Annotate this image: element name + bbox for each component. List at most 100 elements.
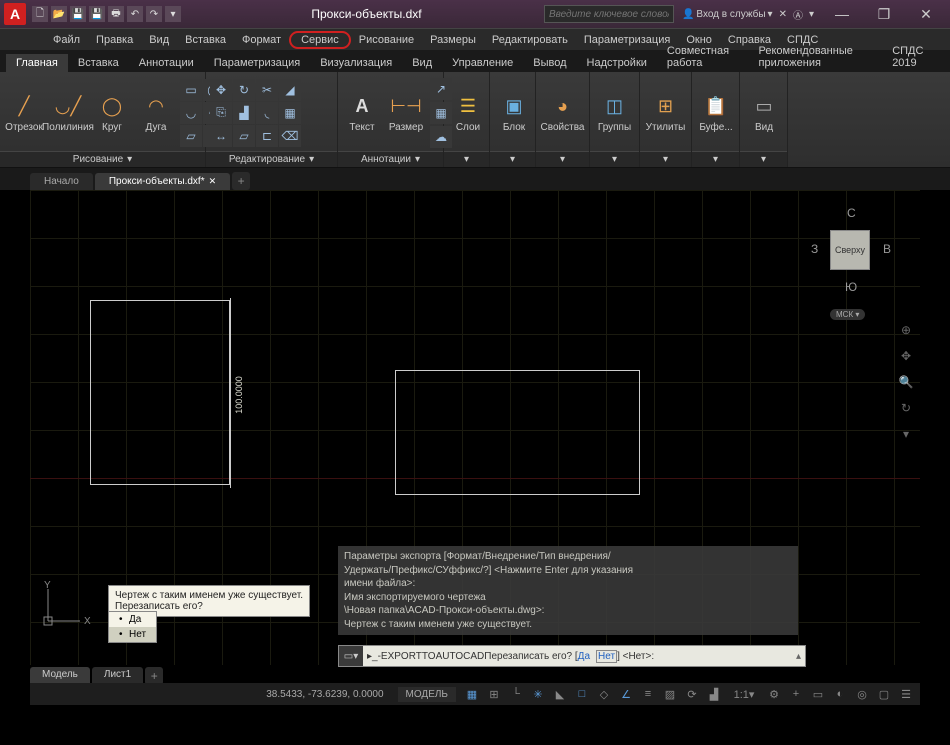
ribtab-3[interactable]: Параметризация [204,54,310,72]
draw-small-0[interactable]: ▭ [180,79,202,101]
cycling-icon[interactable]: ⟳ [682,685,702,703]
cmd-icon[interactable]: ▭▾ [339,646,363,666]
ribtab-1[interactable]: Вставка [68,54,129,72]
dimension-button[interactable]: ⊢⊣Размер [386,90,426,135]
qat-drop-icon[interactable]: ▾ [165,6,181,22]
gear-icon[interactable]: ⚙ [764,685,784,703]
panel-drop-layers[interactable]: ▾ [444,151,489,167]
vc-east[interactable]: В [883,242,891,256]
vc-west[interactable]: З [811,242,818,256]
workspace-icon[interactable]: + [786,685,806,703]
ribtab-4[interactable]: Визуализация [310,54,402,72]
pan-icon[interactable]: ✥ [896,346,916,366]
annoscale-icon[interactable]: ▟ [704,685,724,703]
ribtab-9[interactable]: Совместная работа [657,42,749,72]
new-icon[interactable]: 🗋 [32,6,48,22]
panel-drop-groups[interactable]: ▾ [590,151,639,167]
filetab-0[interactable]: Начало [30,173,93,190]
fillet-icon[interactable]: ◟ [256,102,278,124]
clipboard-button[interactable]: 📋Буфе... [696,90,736,135]
annoviz-icon[interactable]: 1:1▾ [726,685,762,703]
maximize-button[interactable]: ❐ [864,2,904,26]
chamfer-icon[interactable]: ◢ [279,79,301,101]
monitor-icon[interactable]: ▭ [808,685,828,703]
properties-button[interactable]: ◕Свойства [540,90,585,135]
redo-icon[interactable]: ↷ [146,6,162,22]
panel-drop-props[interactable]: ▾ [536,151,589,167]
panel-drop-utils[interactable]: ▾ [640,151,691,167]
layers-button[interactable]: ☰Слои [448,90,488,135]
viewcube[interactable]: С З В Ю Сверху МСК ▾ [805,200,895,320]
ribtab-2[interactable]: Аннотации [129,54,204,72]
close-tab-icon[interactable]: ✕ [209,176,217,187]
panel-drop-clip[interactable]: ▾ [692,151,739,167]
ribtab-11[interactable]: СПДС 2019 [882,42,944,72]
polar-icon[interactable]: ✳ [528,685,548,703]
array-icon[interactable]: ▦ [279,102,301,124]
groups-button[interactable]: ◫Группы [594,90,635,135]
ribtab-8[interactable]: Надстройки [577,54,657,72]
copy-icon[interactable]: ⎘ [210,102,232,124]
undo-icon[interactable]: ↶ [127,6,143,22]
menu-сервис[interactable]: Сервис [289,31,351,49]
print-icon[interactable]: 🖶 [108,6,124,22]
scale-icon[interactable]: ▱ [233,125,255,147]
cmd-option-no[interactable]: Нет [596,650,617,663]
draw-small-2[interactable]: ◡ [180,102,202,124]
customize-icon[interactable]: ☰ [896,685,916,703]
snap-icon[interactable]: ⊞ [484,685,504,703]
polyline-button[interactable]: ◡╱Полилиния [48,90,88,135]
vc-south[interactable]: Ю [845,280,857,294]
isolate-icon[interactable]: ◎ [852,685,872,703]
cmd-expand-icon[interactable]: ▴ [796,651,801,662]
text-button[interactable]: AТекст [342,90,382,135]
autodesk-icon[interactable]: Ⓐ [793,7,803,22]
menu-вид[interactable]: Вид [141,32,177,48]
otrack-icon[interactable]: ∠ [616,685,636,703]
ribtab-7[interactable]: Вывод [523,54,576,72]
tooltip-no[interactable]: •Нет [109,627,156,642]
showmotion-icon[interactable]: ▾ [896,424,916,444]
circle-button[interactable]: ◯Круг [92,90,132,135]
panel-title-anno[interactable]: Аннотации▾ [338,151,443,167]
menu-правка[interactable]: Правка [88,32,141,48]
grid-icon[interactable]: ▦ [462,685,482,703]
mirror-icon[interactable]: ▟ [233,102,255,124]
trim-icon[interactable]: ✂ [256,79,278,101]
panel-drop-block[interactable]: ▾ [490,151,535,167]
ribtab-0[interactable]: Главная [6,54,68,72]
command-line[interactable]: ▭▾ ▸_ -EXPORTTOAUTOCAD Перезаписать его?… [338,645,806,667]
move-icon[interactable]: ✥ [210,79,232,101]
panel-title-modify[interactable]: Редактирование▾ [206,151,337,167]
utils-button[interactable]: ⊞Утилиты [644,90,687,135]
search-input[interactable] [544,5,674,23]
menu-редактировать[interactable]: Редактировать [484,32,576,48]
close-button[interactable]: ✕ [906,2,946,26]
orbit-icon[interactable]: ↻ [896,398,916,418]
steering-icon[interactable]: ⊕ [896,320,916,340]
menu-рисование[interactable]: Рисование [351,32,422,48]
ribtab-10[interactable]: Рекомендованные приложения [749,42,883,72]
3dosnap-icon[interactable]: ◇ [594,685,614,703]
menu-формат[interactable]: Формат [234,32,289,48]
signin-button[interactable]: 👤Вход в службы▾ [682,9,773,20]
app-logo[interactable]: A [4,3,26,25]
ortho-icon[interactable]: └ [506,685,526,703]
panel-drop-view[interactable]: ▾ [740,151,787,167]
clean-icon[interactable]: ▢ [874,685,894,703]
open-icon[interactable]: 📂 [51,6,67,22]
save-icon[interactable]: 💾 [70,6,86,22]
draw-small-4[interactable]: ▱ [180,125,202,147]
line-button[interactable]: ╱Отрезок [4,90,44,135]
minimize-button[interactable]: — [822,2,862,26]
vc-north[interactable]: С [847,206,856,220]
menu-файл[interactable]: Файл [45,32,88,48]
model-space-button[interactable]: МОДЕЛЬ [398,687,456,702]
arc-button[interactable]: ◠Дуга [136,90,176,135]
erase-icon[interactable]: ⌫ [279,125,301,147]
zoom-icon[interactable]: 🔍 [896,372,916,392]
iso-icon[interactable]: ◣ [550,685,570,703]
ribtab-6[interactable]: Управление [442,54,523,72]
cmd-option-yes[interactable]: Да [578,651,590,662]
vc-wcs[interactable]: МСК ▾ [830,309,865,320]
